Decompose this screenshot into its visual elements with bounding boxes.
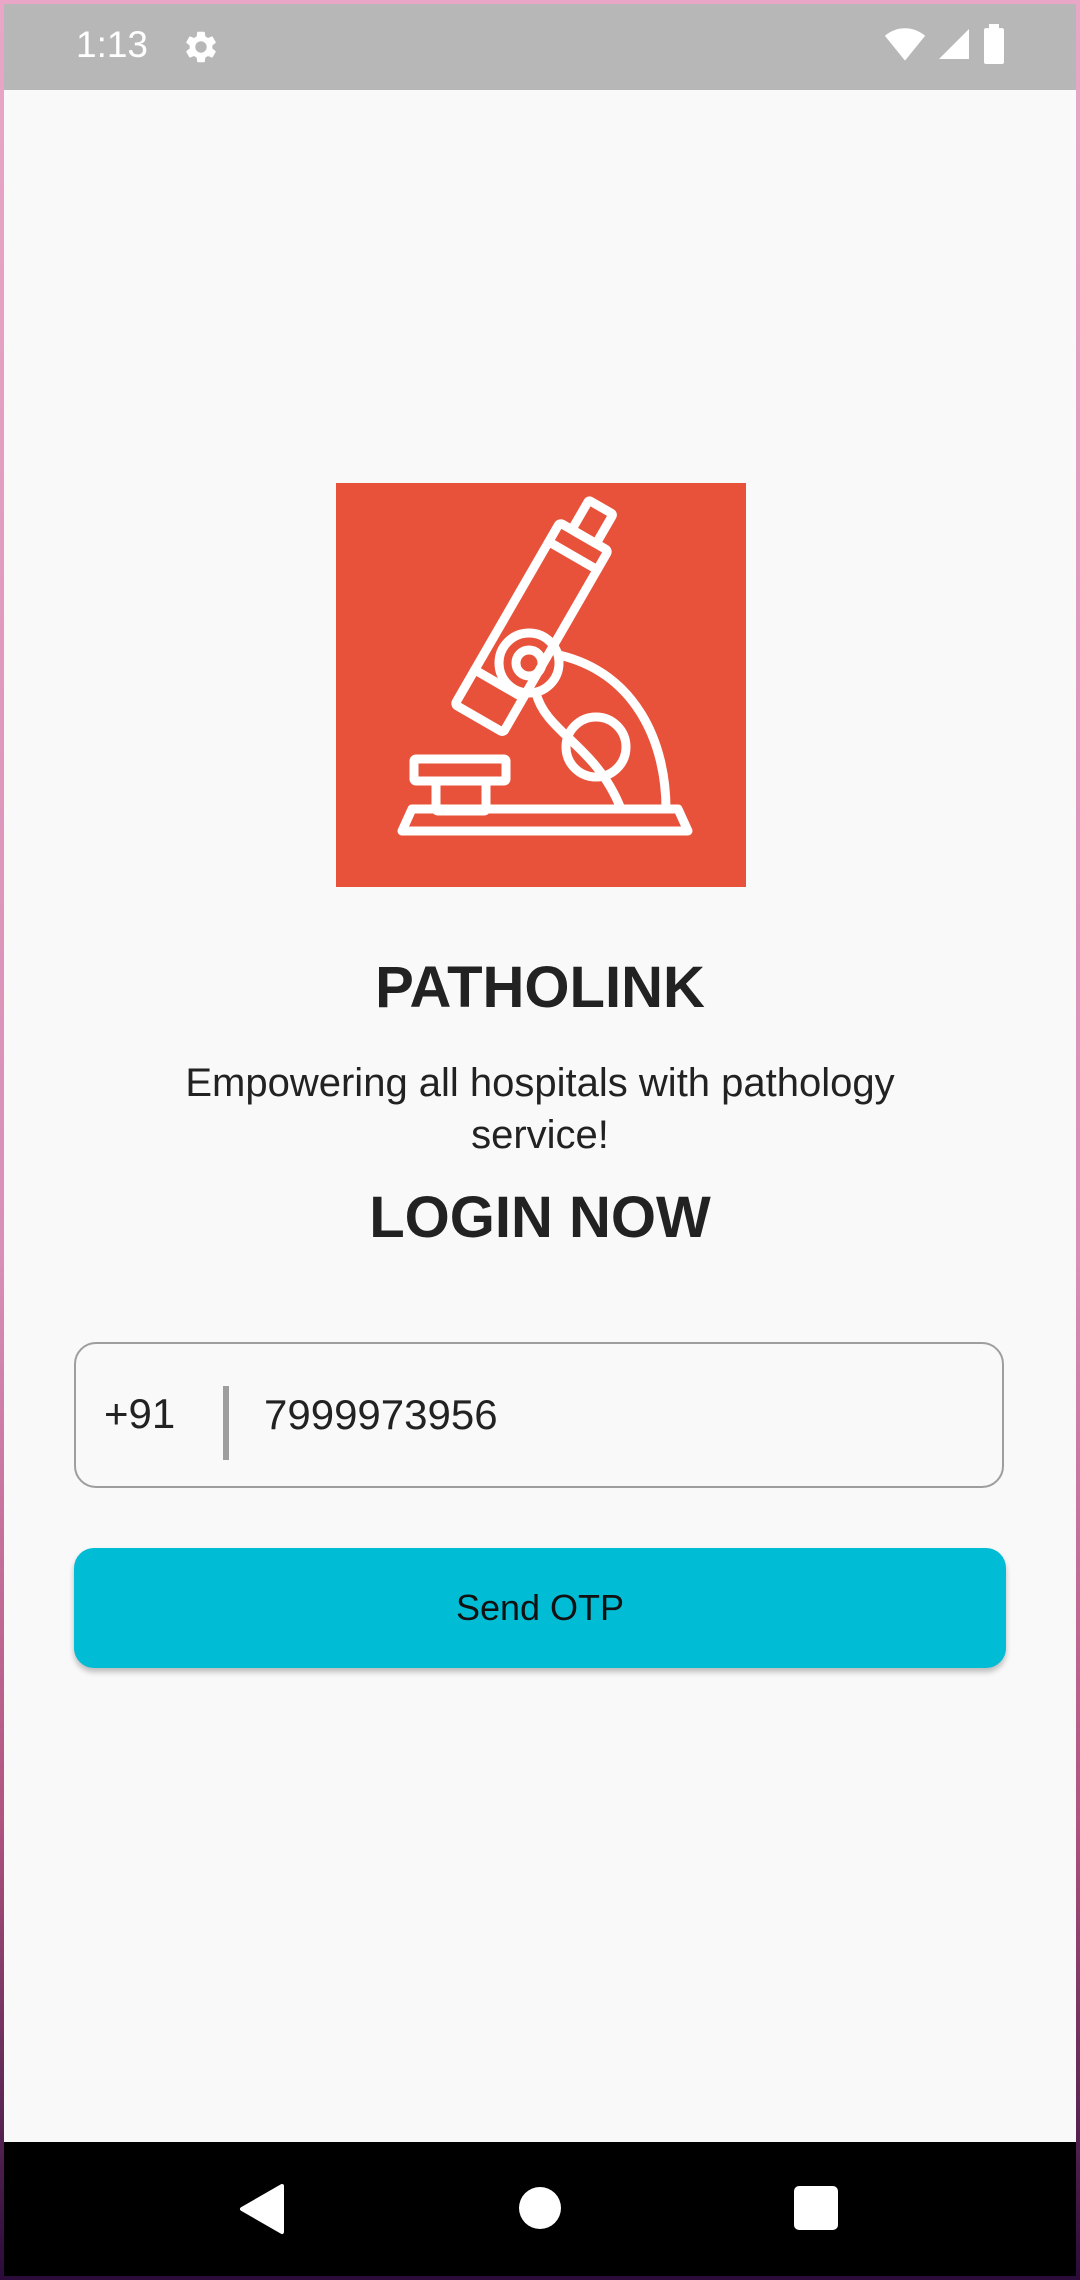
app-tagline: Empowering all hospitals with pathology … xyxy=(185,1061,895,1157)
field-divider xyxy=(223,1386,229,1460)
status-time: 1:13 xyxy=(76,24,149,65)
cellular-signal-icon xyxy=(936,26,972,67)
phone-number-input[interactable] xyxy=(264,1378,964,1452)
status-icons xyxy=(884,23,1006,69)
country-code[interactable]: +91 xyxy=(104,1390,175,1438)
login-heading: LOGIN NOW xyxy=(369,1185,711,1250)
home-icon[interactable] xyxy=(519,2187,561,2229)
wifi-icon xyxy=(884,23,926,70)
battery-icon xyxy=(982,23,1006,69)
app-title: PATHOLINK xyxy=(375,955,705,1020)
status-bar: 1:13 xyxy=(4,4,1076,90)
send-otp-button[interactable]: Send OTP xyxy=(74,1548,1006,1668)
app-screen: 1:13 PATHOLINK Empowering all hospitals … xyxy=(4,4,1076,2276)
gear-icon xyxy=(182,28,220,66)
back-icon[interactable] xyxy=(236,2182,286,2236)
app-logo xyxy=(336,483,746,887)
recents-icon[interactable] xyxy=(794,2186,838,2230)
phone-number-field[interactable]: +91 xyxy=(74,1342,1004,1488)
navigation-bar xyxy=(4,2142,1076,2276)
microscope-icon xyxy=(397,496,693,836)
